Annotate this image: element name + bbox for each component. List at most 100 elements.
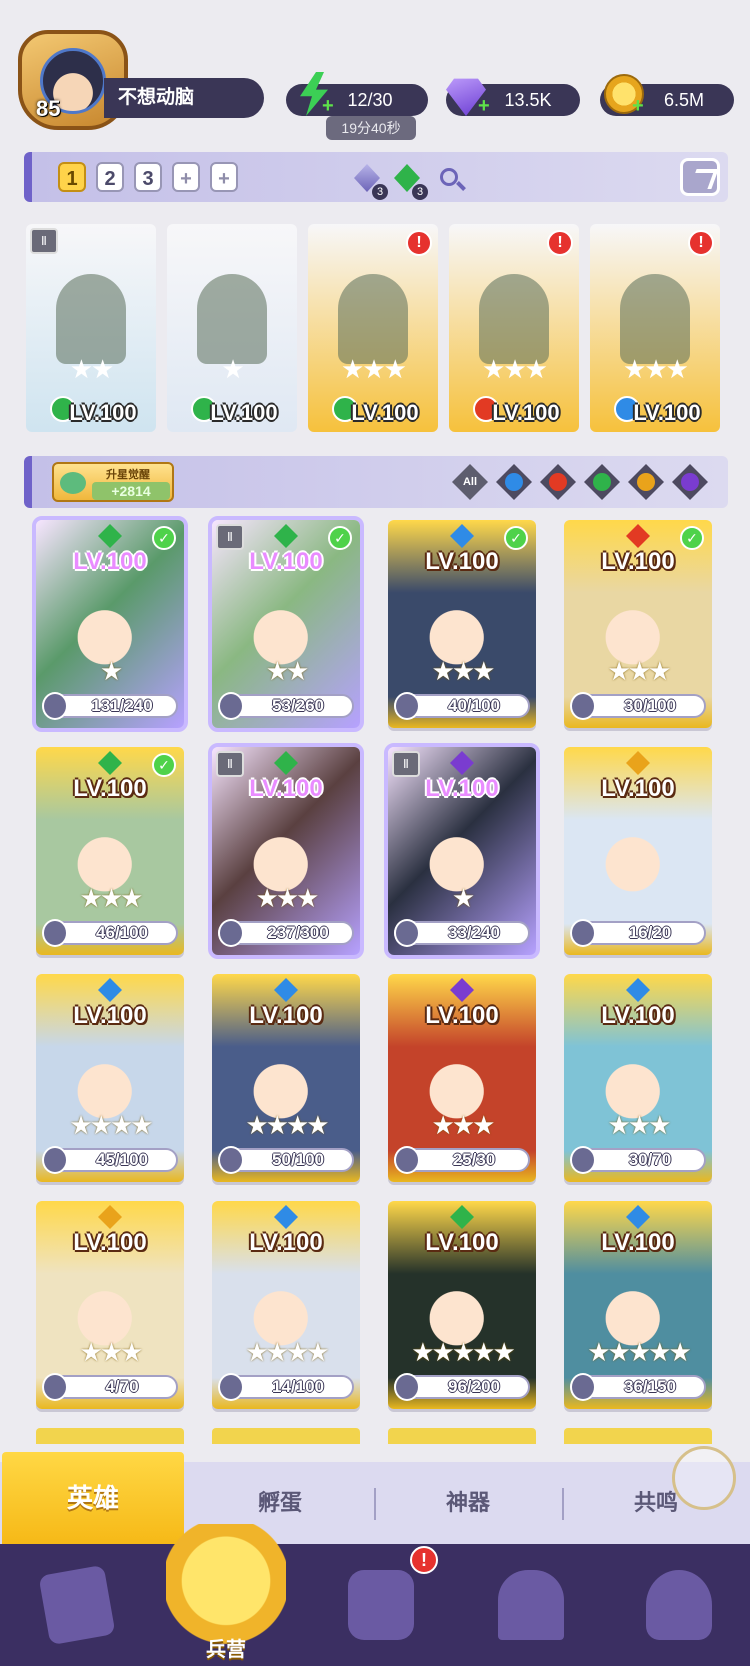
- team-tab-2[interactable]: 2: [96, 162, 124, 192]
- hero-card[interactable]: ✓ LV.100 ★ 131/240: [32, 516, 188, 732]
- hero-card[interactable]: Ⅱ LV.100 ★★★ 237/300: [208, 743, 364, 959]
- team-tab-add-2[interactable]: +: [210, 162, 238, 192]
- element-dot: [593, 473, 611, 491]
- add-gem-icon[interactable]: +: [478, 96, 494, 116]
- awaken-count: +2814: [92, 482, 170, 500]
- rune-tag: Ⅱ: [30, 228, 58, 254]
- shard-icon: [42, 1373, 68, 1401]
- team-hero-stars: ★★: [69, 354, 115, 384]
- hero-level: LV.100: [73, 1002, 147, 1029]
- filter-dark-icon[interactable]: [672, 464, 708, 500]
- bottom-nav: [0, 1544, 750, 1666]
- hero-card[interactable]: LV.100 ★★★★ 14/100: [212, 1201, 360, 1409]
- hero-card[interactable]: ✓ LV.100 ★★★ 40/100: [388, 520, 536, 728]
- floating-menu-button[interactable]: [672, 1446, 736, 1510]
- shard-progress: 36/150: [570, 1373, 706, 1401]
- team-slot[interactable]: ★★★ LV.100!: [449, 224, 579, 432]
- hero-level: LV.100: [249, 1002, 323, 1029]
- nav-mushroom[interactable]: [626, 1556, 726, 1656]
- hero-level: LV.100: [249, 775, 323, 802]
- nature-crystal-icon[interactable]: 3: [390, 160, 428, 200]
- team-hero-level: LV.100: [633, 400, 701, 425]
- team-slot[interactable]: ★★ LV.100 Ⅱ: [26, 224, 156, 432]
- hero-level: LV.100: [425, 1002, 499, 1029]
- hero-stars: ★★★: [431, 1110, 496, 1140]
- team-tab-3[interactable]: 3: [134, 162, 162, 192]
- shard-icon: [570, 919, 596, 947]
- hero-card[interactable]: LV.100 ★★★★ 50/100: [212, 974, 360, 1182]
- filter-water-icon[interactable]: [496, 464, 532, 500]
- hero-card[interactable]: LV.100 ★★★★★ 96/200: [388, 1201, 536, 1409]
- element-dot: [637, 473, 655, 491]
- hero-stars: ★★★: [79, 1337, 144, 1367]
- shard-progress: 53/260: [218, 692, 354, 720]
- filter-bar: 升星觉醒 +2814 All: [24, 456, 728, 508]
- hero-card[interactable]: LV.100 ★★★ 25/30: [388, 974, 536, 1182]
- hero-card[interactable]: Ⅱ LV.100 ★ 33/240: [384, 743, 540, 959]
- hero-card[interactable]: ✓ LV.100 ★★★ 46/100: [36, 747, 184, 955]
- team-hero-stars: ★★★: [623, 354, 689, 384]
- nav-map[interactable]: [328, 1556, 428, 1656]
- star-awaken-button[interactable]: 升星觉醒 +2814: [52, 462, 174, 502]
- hero-card[interactable]: LV.100 16/20: [564, 747, 712, 955]
- filter-all-button[interactable]: All: [452, 464, 488, 500]
- hero-level: LV.100: [601, 775, 675, 802]
- share-icon[interactable]: [680, 158, 720, 196]
- water-crystal-icon[interactable]: 3: [350, 160, 388, 200]
- hero-stars: ★: [451, 883, 475, 913]
- hero-level: LV.100: [249, 548, 323, 575]
- team-slot[interactable]: ★★★ LV.100!: [308, 224, 438, 432]
- shard-icon: [42, 919, 68, 947]
- hero-figure: [479, 274, 549, 364]
- hero-level: LV.100: [425, 548, 499, 575]
- shard-icon: [394, 1146, 420, 1174]
- tab-divider: [374, 1488, 376, 1520]
- mushroom-house-icon: [646, 1570, 712, 1640]
- shard-count: 33/240: [448, 923, 500, 942]
- team-hero-level: LV.100: [210, 400, 278, 425]
- filter-nature-icon[interactable]: [584, 464, 620, 500]
- team-tab-add-1[interactable]: +: [172, 162, 200, 192]
- hero-level: LV.100: [601, 548, 675, 575]
- hero-card[interactable]: ✓ Ⅱ LV.100 ★★ 53/260: [208, 516, 364, 732]
- shard-icon: [394, 919, 420, 947]
- hero-level: LV.100: [73, 775, 147, 802]
- hero-card[interactable]: ✓ LV.100 ★★★ 30/100: [564, 520, 712, 728]
- filter-light-icon[interactable]: [628, 464, 664, 500]
- map-book-icon: [348, 1570, 414, 1640]
- nav-castle[interactable]: [478, 1556, 578, 1656]
- hero-stars: ★★★: [607, 656, 672, 686]
- team-tab-1[interactable]: 1: [58, 162, 86, 192]
- hero-card[interactable]: LV.100 ★★★★★ 36/150: [564, 1201, 712, 1409]
- hero-level: LV.100: [73, 548, 147, 575]
- hero-level: LV.100: [601, 1002, 675, 1029]
- add-energy-icon[interactable]: +: [322, 96, 338, 116]
- team-slot[interactable]: ★★★ LV.100!: [590, 224, 720, 432]
- team-hero-level: LV.100: [69, 400, 137, 425]
- check-icon: ✓: [504, 526, 528, 550]
- shard-count: 237/300: [267, 923, 329, 942]
- hero-card[interactable]: LV.100 ★★★★ 45/100: [36, 974, 184, 1182]
- alert-badge: !: [547, 230, 573, 256]
- shard-count: 30/70: [628, 1150, 672, 1169]
- tab-heroes[interactable]: 英雄: [2, 1452, 184, 1544]
- hero-card-peek: [388, 1428, 536, 1444]
- sub-tabs: 英雄 孵蛋 神器 共鸣: [0, 1452, 750, 1544]
- shard-progress: 25/30: [394, 1146, 530, 1174]
- hero-card[interactable]: LV.100 ★★★ 30/70: [564, 974, 712, 1182]
- team-hero-stars: ★: [221, 354, 244, 384]
- nav-barracks[interactable]: 兵营: [166, 1524, 286, 1666]
- search-icon[interactable]: [434, 160, 468, 196]
- add-gold-icon[interactable]: +: [632, 96, 648, 116]
- team-slot[interactable]: ★ LV.100: [167, 224, 297, 432]
- hero-figure: [197, 274, 267, 364]
- nav-cards[interactable]: [24, 1556, 124, 1656]
- element-dot: [505, 473, 523, 491]
- nav-alert-badge: !: [410, 1546, 438, 1574]
- team-hero-stars: ★★★: [482, 354, 548, 384]
- hero-card[interactable]: LV.100 ★★★ 4/70: [36, 1201, 184, 1409]
- tab-artifacts[interactable]: 神器: [378, 1462, 558, 1544]
- shard-progress: 30/100: [570, 692, 706, 720]
- filter-fire-icon[interactable]: [540, 464, 576, 500]
- energy-timer: 19分40秒: [326, 116, 416, 140]
